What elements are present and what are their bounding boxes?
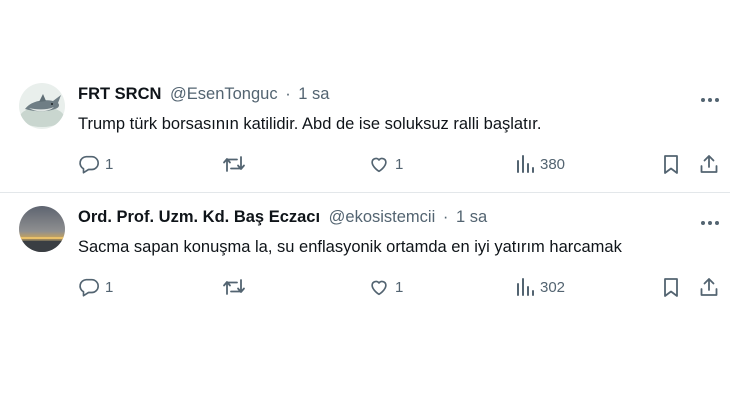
separator-dot: · xyxy=(442,208,449,226)
bookmark-icon xyxy=(661,276,681,298)
like-button[interactable]: 1 xyxy=(368,152,403,176)
bookmark-button[interactable] xyxy=(661,152,681,176)
share-icon xyxy=(698,276,720,298)
display-name[interactable]: Ord. Prof. Uzm. Kd. Baş Eczacı xyxy=(78,208,320,226)
tweet-text: Sacma sapan konuşma la, su enflasyonik o… xyxy=(78,238,622,256)
reply-button[interactable]: 1 xyxy=(78,275,113,299)
retweet-icon xyxy=(222,153,246,175)
reply-button[interactable]: 1 xyxy=(78,152,113,176)
reply-icon xyxy=(78,276,100,298)
like-count: 1 xyxy=(395,278,404,296)
more-icon[interactable] xyxy=(700,215,720,225)
display-name[interactable]: FRT SRCN xyxy=(78,85,161,103)
separator-dot: · xyxy=(285,85,291,103)
share-button[interactable] xyxy=(698,275,720,299)
like-count: 1 xyxy=(395,155,404,173)
tweet-header: Ord. Prof. Uzm. Kd. Baş Eczacı @ekosiste… xyxy=(78,208,487,227)
views-button[interactable]: 380 xyxy=(515,152,565,176)
like-icon xyxy=(368,276,390,298)
tweet[interactable]: Ord. Prof. Uzm. Kd. Baş Eczacı @ekosiste… xyxy=(0,193,730,315)
user-handle[interactable]: @EsenTonguc xyxy=(170,85,278,103)
views-icon xyxy=(515,153,535,175)
more-icon[interactable] xyxy=(700,92,720,102)
tweet[interactable]: FRT SRCN @EsenTonguc · 1 sa Trump türk b… xyxy=(0,70,730,193)
share-button[interactable] xyxy=(698,152,720,176)
avatar[interactable] xyxy=(19,83,65,129)
tweet-actions: 1 1 380 xyxy=(0,152,730,176)
reply-icon xyxy=(78,153,100,175)
views-icon xyxy=(515,276,535,298)
reply-count: 1 xyxy=(105,155,114,173)
user-handle[interactable]: @ekosistemcii xyxy=(329,208,436,226)
views-button[interactable]: 302 xyxy=(515,275,565,299)
bookmark-icon xyxy=(661,153,681,175)
retweet-icon xyxy=(222,276,246,298)
like-button[interactable]: 1 xyxy=(368,275,403,299)
reply-count: 1 xyxy=(105,278,114,296)
timestamp[interactable]: 1 sa xyxy=(456,208,487,226)
share-icon xyxy=(698,153,720,175)
views-count: 302 xyxy=(540,278,566,296)
tweet-text: Trump türk borsasının katilidir. Abd de … xyxy=(78,115,542,133)
tweet-actions: 1 1 302 xyxy=(0,275,730,299)
bookmark-button[interactable] xyxy=(661,275,681,299)
views-count: 380 xyxy=(540,155,566,173)
retweet-button[interactable] xyxy=(222,275,246,299)
timestamp[interactable]: 1 sa xyxy=(298,85,329,103)
avatar[interactable] xyxy=(19,206,65,252)
retweet-button[interactable] xyxy=(222,152,246,176)
like-icon xyxy=(368,153,390,175)
tweet-header: FRT SRCN @EsenTonguc · 1 sa xyxy=(78,85,329,104)
